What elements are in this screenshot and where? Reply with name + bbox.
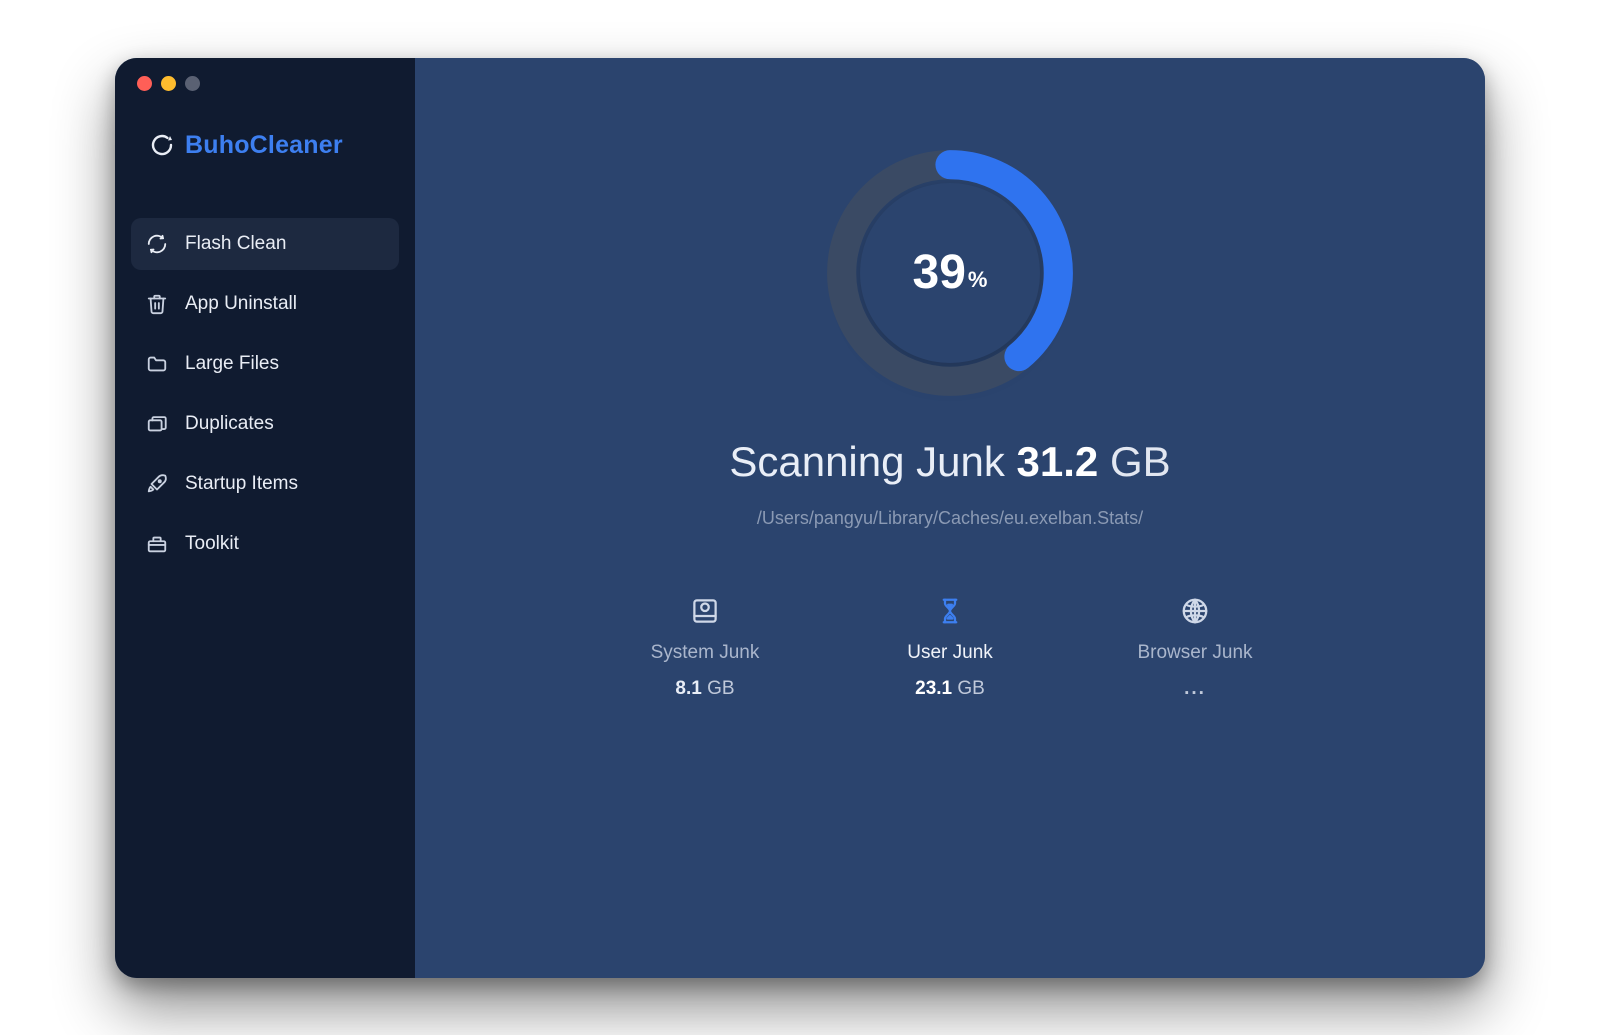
sidebar-item-toolkit[interactable]: Toolkit — [131, 518, 399, 570]
scan-title: Scanning Junk 31.2 GB — [729, 438, 1170, 486]
category-size: 23.1 GB — [915, 678, 985, 700]
scan-title-prefix: Scanning Junk — [729, 438, 1016, 485]
scan-current-path: /Users/pangyu/Library/Caches/eu.exelban.… — [757, 508, 1143, 529]
percent-symbol: % — [968, 267, 988, 293]
globe-icon — [1178, 594, 1212, 628]
window-controls — [115, 76, 415, 91]
progress-value: 39 — [913, 245, 966, 300]
category-label: System Junk — [651, 642, 760, 664]
progress-label: 39 % — [825, 148, 1075, 398]
folder-icon — [145, 352, 169, 376]
sidebar-item-startup-items[interactable]: Startup Items — [131, 458, 399, 510]
scan-size-value: 31.2 — [1017, 438, 1099, 485]
hourglass-icon — [933, 594, 967, 628]
sidebar-item-large-files[interactable]: Large Files — [131, 338, 399, 390]
sidebar-item-label: Large Files — [185, 353, 279, 375]
disk-icon — [688, 594, 722, 628]
category-size: 8.1 GB — [675, 678, 734, 700]
sidebar-item-label: Flash Clean — [185, 233, 286, 255]
junk-categories: System Junk 8.1 GB User Junk — [628, 594, 1273, 700]
category-system-junk: System Junk 8.1 GB — [628, 594, 783, 700]
sidebar-item-label: Startup Items — [185, 473, 298, 495]
sidebar-item-app-uninstall[interactable]: App Uninstall — [131, 278, 399, 330]
rocket-icon — [145, 472, 169, 496]
toolbox-icon — [145, 532, 169, 556]
trash-icon — [145, 292, 169, 316]
maximize-button[interactable] — [185, 76, 200, 91]
category-browser-junk: Browser Junk ... — [1118, 594, 1273, 700]
sidebar: BuhoCleaner Flash Clean — [115, 58, 415, 978]
scan-size-unit: GB — [1098, 438, 1170, 485]
sidebar-item-flash-clean[interactable]: Flash Clean — [131, 218, 399, 270]
scan-progress-ring: 39 % — [825, 148, 1075, 398]
app-logo-icon — [149, 132, 175, 158]
sidebar-nav: Flash Clean App Uninstall — [115, 218, 415, 570]
app-brand: BuhoCleaner — [115, 131, 415, 160]
sidebar-item-duplicates[interactable]: Duplicates — [131, 398, 399, 450]
category-pending: ... — [1184, 678, 1206, 700]
category-user-junk: User Junk 23.1 GB — [873, 594, 1028, 700]
app-window: BuhoCleaner Flash Clean — [115, 58, 1485, 978]
close-button[interactable] — [137, 76, 152, 91]
app-name: BuhoCleaner — [185, 131, 343, 160]
sidebar-item-label: Duplicates — [185, 413, 274, 435]
main-panel: 39 % Scanning Junk 31.2 GB /Users/pangyu… — [415, 58, 1485, 978]
category-label: Browser Junk — [1137, 642, 1252, 664]
sidebar-item-label: Toolkit — [185, 533, 239, 555]
refresh-icon — [145, 232, 169, 256]
category-label: User Junk — [907, 642, 993, 664]
layers-icon — [145, 412, 169, 436]
sidebar-item-label: App Uninstall — [185, 293, 297, 315]
minimize-button[interactable] — [161, 76, 176, 91]
